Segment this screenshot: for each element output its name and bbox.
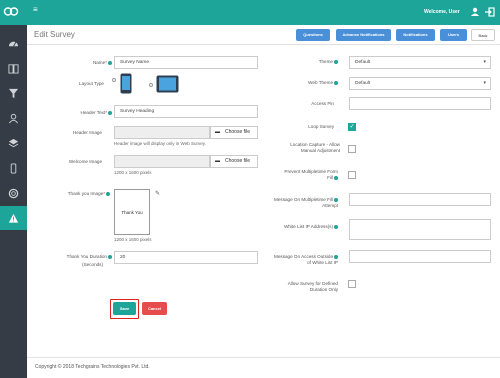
allow-defined-checkbox[interactable]	[348, 280, 356, 288]
welcome-text: Welcome, User	[424, 9, 460, 15]
lifebuoy-icon	[8, 188, 19, 198]
sidebar-item-surveys[interactable]	[0, 56, 27, 80]
copyright-text: Copyright © 2018 Techgrains Technologies…	[35, 364, 150, 370]
header-image-path	[114, 126, 210, 139]
sidebar-item-filter[interactable]	[0, 81, 27, 105]
info-icon	[334, 175, 338, 180]
theme-label: Theme	[280, 59, 338, 65]
thankyou-duration-label: Thank You Duration	[40, 254, 112, 260]
header-image-note: Header image will display only in Web Su…	[114, 141, 206, 146]
advance-notifications-button[interactable]: Advance Notifications	[336, 29, 391, 41]
sidebar-item-layers[interactable]	[0, 131, 27, 155]
info-icon	[108, 110, 112, 115]
whitelist-ip-textarea[interactable]	[349, 219, 491, 240]
name-label: Name*	[40, 60, 112, 66]
questions-button[interactable]: Questions	[296, 29, 330, 41]
message-multiple-input[interactable]	[349, 193, 491, 206]
tablet-landscape-icon	[156, 75, 179, 93]
info-icon	[108, 254, 112, 259]
info-icon	[334, 197, 338, 202]
web-theme-label: Web Theme	[280, 80, 338, 86]
thankyou-image-preview: Thank You	[114, 189, 150, 235]
thankyou-preview-text: Thank You	[121, 210, 143, 215]
tablet-portrait-icon	[120, 73, 132, 94]
info-icon	[106, 191, 110, 196]
info-icon	[334, 224, 338, 229]
layout-radio-portrait[interactable]	[112, 78, 116, 82]
logout-icon[interactable]	[484, 6, 496, 18]
save-button[interactable]: Save	[113, 302, 136, 315]
info-icon	[334, 254, 338, 259]
mobile-icon	[10, 162, 17, 174]
info-icon	[334, 80, 338, 85]
thankyou-image-note: 1200 x 1600 pixels	[114, 237, 152, 242]
notifications-button[interactable]: Notifications	[396, 29, 435, 41]
prevent-multiple-checkbox[interactable]	[348, 171, 356, 179]
location-capture-label: Location Capture - Allow Manual Adjustmen…	[290, 142, 340, 153]
sidebar-item-alerts[interactable]	[0, 206, 27, 230]
location-capture-checkbox[interactable]	[348, 145, 356, 153]
thankyou-duration-unit: (Seconds)	[82, 262, 103, 267]
folder-icon: ▬	[215, 158, 220, 164]
page-header: Edit Survey Questions Advance Notificati…	[27, 25, 500, 45]
welcome-image-label: Welcome Image	[68, 159, 102, 164]
thankyou-duration-input[interactable]: 20	[114, 251, 258, 264]
user-outline-icon	[9, 113, 18, 123]
sidebar-item-support[interactable]	[0, 181, 27, 205]
book-icon	[8, 63, 19, 74]
name-input[interactable]: Survey Name	[114, 56, 258, 69]
menu-toggle-icon[interactable]: ≡	[33, 6, 38, 14]
users-button[interactable]: Users	[440, 29, 467, 41]
page-title: Edit Survey	[34, 30, 75, 39]
access-pin-input[interactable]	[349, 97, 491, 110]
filter-icon	[8, 88, 19, 98]
welcome-image-choose-file-button[interactable]: ▬ Choose file	[210, 155, 258, 168]
folder-icon: ▬	[215, 129, 220, 135]
info-icon	[334, 59, 338, 64]
loop-survey-label: Loop Survey	[308, 124, 334, 129]
warning-icon	[8, 213, 19, 223]
message-access-input[interactable]	[349, 250, 491, 263]
thankyou-image-label: Thank you Image*	[40, 191, 110, 197]
layout-type-label: Layout Type	[79, 81, 104, 86]
prevent-multiple-label: Prevent Multipletime Form Fill	[284, 169, 338, 180]
sidebar-item-dashboard[interactable]	[0, 31, 27, 55]
allow-defined-label: Allow Survey for Defined Duration Only	[287, 281, 338, 292]
welcome-image-note: 1200 x 1600 pixels	[114, 170, 152, 175]
layout-radio-landscape[interactable]	[149, 83, 153, 87]
dashboard-icon	[8, 40, 19, 46]
loop-survey-checkbox[interactable]: ✓	[348, 123, 356, 131]
sidebar	[0, 25, 27, 378]
access-pin-label: Access Pin	[311, 101, 334, 106]
whitelist-ip-label: White List IP Address(s)	[266, 224, 338, 230]
app-logo-icon[interactable]	[3, 6, 19, 17]
theme-select[interactable]: Default	[349, 56, 491, 69]
header-text-label: Header Text*	[40, 110, 112, 116]
choose-file-label: Choose file	[225, 158, 251, 164]
message-multiple-label: Message On Multipletime Fill Attempt	[274, 197, 338, 208]
message-access-label: Message On Access Outside of White List I…	[274, 254, 338, 265]
layers-icon	[8, 138, 19, 147]
footer: Copyright © 2018 Techgrains Technologies…	[27, 357, 500, 378]
cancel-button[interactable]: Cancel	[142, 302, 167, 315]
welcome-image-path	[114, 155, 210, 168]
choose-file-label: Choose file	[225, 129, 251, 135]
edit-image-icon[interactable]: ✎	[155, 190, 160, 197]
header-image-choose-file-button[interactable]: ▬ Choose file	[210, 126, 258, 139]
web-theme-select[interactable]: Default	[349, 77, 491, 90]
info-icon	[108, 60, 112, 65]
back-button[interactable]: Back	[471, 29, 495, 41]
sidebar-item-mobile[interactable]	[0, 156, 27, 180]
header-text-input[interactable]: Survey Heading	[114, 105, 258, 118]
header-image-label: Header Image	[72, 130, 102, 135]
user-icon[interactable]	[469, 6, 481, 18]
sidebar-item-users[interactable]	[0, 106, 27, 130]
top-navbar: ≡ Welcome, User	[0, 0, 500, 25]
